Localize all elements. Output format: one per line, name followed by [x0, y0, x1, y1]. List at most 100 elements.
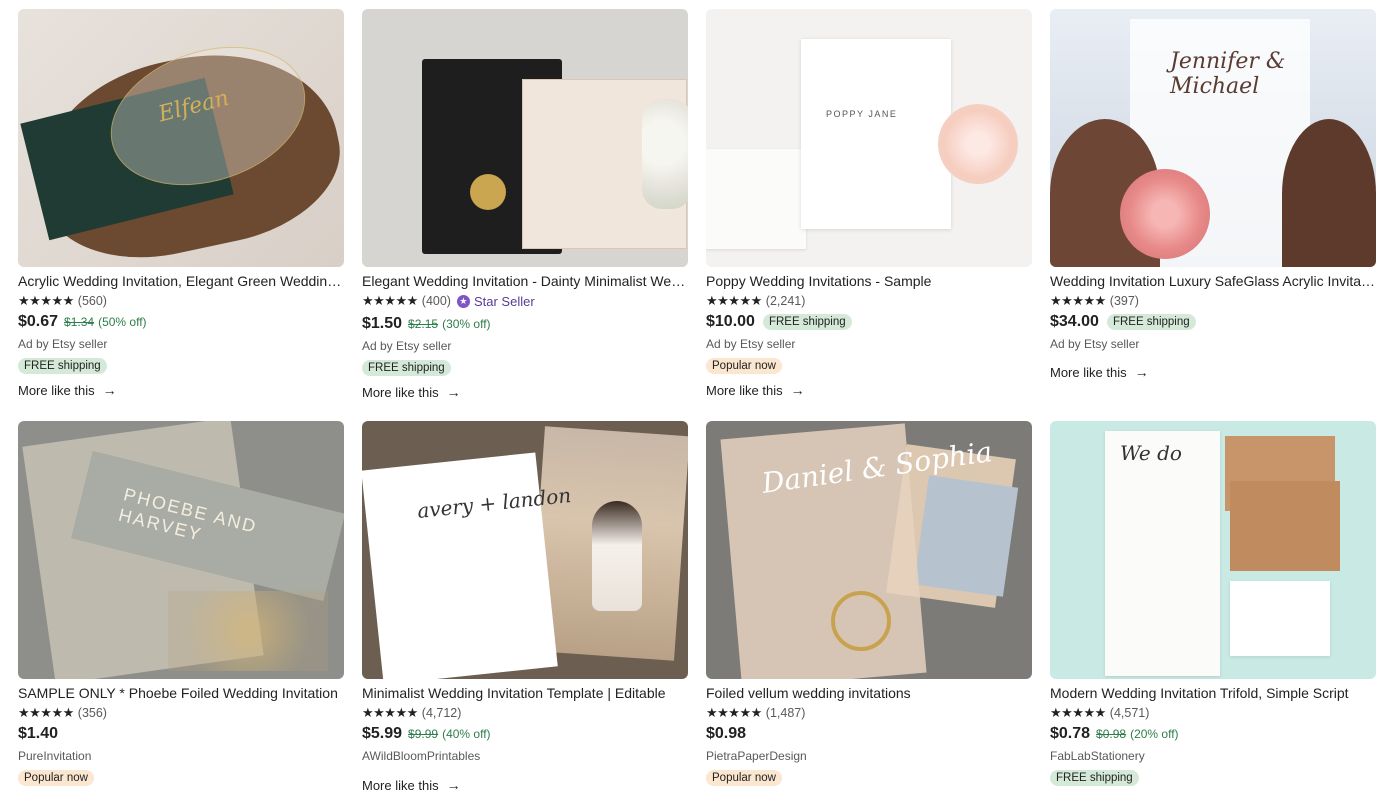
arrow-right-icon: → — [1134, 364, 1149, 380]
listing-image[interactable]: avery + landon — [362, 421, 688, 679]
rating: ★★★★★ (2,241) — [706, 293, 1032, 308]
couple — [592, 501, 642, 611]
listing-title[interactable]: Minimalist Wedding Invitation Template |… — [362, 685, 688, 701]
rating: ★★★★★ (356) — [18, 705, 344, 720]
more-like-this-link[interactable]: More like this → — [362, 777, 688, 793]
star-rating-icon: ★★★★★ — [18, 705, 74, 720]
star-rating-icon: ★★★★★ — [18, 293, 74, 308]
listing-card[interactable]: Elegant Wedding Invitation - Dainty Mini… — [362, 9, 688, 400]
we-do-script: We do — [1120, 441, 1182, 465]
price-row: $10.00 FREE shipping — [706, 313, 1032, 331]
wax-seal — [470, 174, 506, 210]
listing-card[interactable]: Elfean Acrylic Wedding Invitation, Elega… — [18, 9, 344, 398]
listing-image[interactable] — [362, 9, 688, 267]
trifold-invitation — [1105, 431, 1220, 676]
price: $5.99 — [362, 725, 403, 742]
listing-image[interactable]: Elfean — [18, 9, 344, 267]
rating: ★★★★★ (4,571) — [1050, 705, 1376, 720]
price-row: $5.99 $9.99 (40% off) — [362, 725, 688, 743]
star-rating-icon: ★★★★★ — [706, 705, 762, 720]
arrow-right-icon: → — [102, 382, 117, 398]
arrow-right-icon: → — [790, 382, 805, 398]
listing-title[interactable]: Acrylic Wedding Invitation, Elegant Gree… — [18, 273, 344, 289]
listing-image[interactable]: Daniel & Sophia — [706, 421, 1032, 679]
price: $1.40 — [18, 725, 59, 742]
listing-card[interactable]: POPPY JANE Poppy Wedding Invitations - S… — [706, 9, 1032, 398]
listing-card[interactable]: Daniel & Sophia Foiled vellum wedding in… — [706, 421, 1032, 786]
listing-card[interactable]: We do Modern Wedding Invitation Trifold,… — [1050, 421, 1376, 786]
reply-card — [706, 149, 806, 249]
invitation-card — [801, 39, 951, 229]
arrow-right-icon: → — [446, 777, 461, 793]
review-count: (2,241) — [765, 294, 806, 308]
rating: ★★★★★ (4,712) — [362, 705, 688, 720]
rating: ★★★★★ (400) ★ Star Seller — [362, 293, 688, 309]
price-row: $0.78 $0.98 (20% off) — [1050, 725, 1376, 743]
discount: (20% off) — [1130, 727, 1179, 741]
popular-now-badge: Popular now — [706, 770, 782, 786]
star-rating-icon: ★★★★★ — [362, 705, 418, 720]
listing-image[interactable]: We do — [1050, 421, 1376, 679]
listing-image[interactable]: Jennifer & Michael — [1050, 9, 1376, 267]
listing-image[interactable]: PHOEBE AND HARVEY — [18, 421, 344, 679]
rose — [1120, 169, 1210, 259]
popular-now-badge: Popular now — [706, 358, 782, 374]
more-like-this-link[interactable]: More like this → — [18, 382, 344, 398]
more-like-this-link[interactable]: More like this → — [1050, 364, 1376, 380]
listing-title[interactable]: Foiled vellum wedding invitations — [706, 685, 1032, 701]
more-like-this-label: More like this — [1050, 364, 1127, 380]
free-shipping-badge: FREE shipping — [1050, 770, 1139, 786]
listing-title[interactable]: SAMPLE ONLY * Phoebe Foiled Wedding Invi… — [18, 685, 344, 701]
price: $10.00 — [706, 313, 755, 330]
star-rating-icon: ★★★★★ — [1050, 705, 1106, 720]
hand-right — [1282, 119, 1376, 267]
listing-card[interactable]: avery + landon Minimalist Wedding Invita… — [362, 421, 688, 793]
review-count: (560) — [77, 294, 107, 308]
review-count: (400) — [421, 294, 451, 308]
free-shipping-badge: FREE shipping — [18, 358, 107, 374]
original-price: $9.99 — [408, 727, 439, 741]
review-count: (4,571) — [1109, 706, 1150, 720]
free-shipping-badge: FREE shipping — [1106, 314, 1196, 330]
price: $0.67 — [18, 313, 59, 330]
star-seller-label: Star Seller — [473, 293, 535, 309]
discount: (30% off) — [442, 317, 491, 331]
blue-card — [913, 475, 1019, 597]
listing-image[interactable]: POPPY JANE — [706, 9, 1032, 267]
star-rating-icon: ★★★★★ — [706, 293, 762, 308]
listing-card[interactable]: PHOEBE AND HARVEY SAMPLE ONLY * Phoebe F… — [18, 421, 344, 786]
more-like-this-link[interactable]: More like this → — [706, 382, 1032, 398]
original-price: $0.98 — [1096, 727, 1127, 741]
price: $1.50 — [362, 315, 403, 332]
discount: (50% off) — [98, 315, 147, 329]
listing-title[interactable]: Elegant Wedding Invitation - Dainty Mini… — [362, 273, 688, 289]
original-price: $2.15 — [408, 317, 439, 331]
listing-title[interactable]: Wedding Invitation Luxury SafeGlass Acry… — [1050, 273, 1376, 289]
popular-now-badge: Popular now — [18, 770, 94, 786]
free-shipping-badge: FREE shipping — [362, 360, 451, 376]
seller-name: Ad by Etsy seller — [362, 339, 452, 353]
more-like-this-label: More like this — [706, 382, 783, 398]
price: $34.00 — [1050, 313, 1099, 330]
seller-name: Ad by Etsy seller — [18, 337, 108, 351]
price: $0.78 — [1050, 725, 1091, 742]
original-price: $1.34 — [64, 315, 95, 329]
price-row: $1.50 $2.15 (30% off) — [362, 315, 688, 333]
kraft-envelope — [1230, 481, 1340, 571]
review-count: (4,712) — [421, 706, 462, 720]
seller-name: Ad by Etsy seller — [706, 337, 796, 351]
more-like-this-label: More like this — [18, 382, 95, 398]
listing-title[interactable]: Modern Wedding Invitation Trifold, Simpl… — [1050, 685, 1376, 701]
more-like-this-label: More like this — [362, 777, 439, 793]
review-count: (356) — [77, 706, 107, 720]
seller-name: Ad by Etsy seller — [1050, 337, 1140, 351]
price-row: $34.00 FREE shipping — [1050, 313, 1376, 331]
gold-foil — [168, 591, 328, 671]
review-count: (1,487) — [765, 706, 806, 720]
more-like-this-link[interactable]: More like this → — [362, 384, 688, 400]
rating: ★★★★★ (397) — [1050, 293, 1376, 308]
listing-title[interactable]: Poppy Wedding Invitations - Sample — [706, 273, 1032, 289]
scissors — [831, 591, 891, 651]
listing-card[interactable]: Jennifer & Michael Wedding Invitation Lu… — [1050, 9, 1376, 380]
price-row: $0.98 — [706, 725, 1032, 743]
